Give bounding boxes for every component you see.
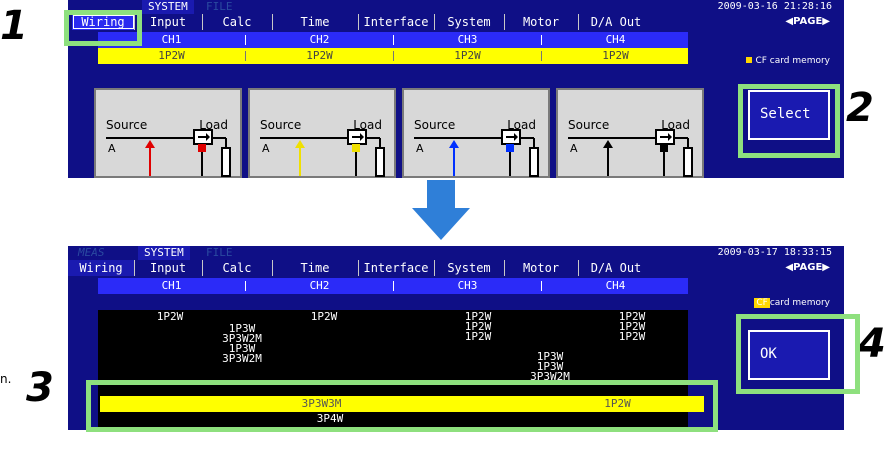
tab-motor[interactable]: Motor	[504, 260, 579, 276]
option-ch3-3[interactable]: 1P2W	[438, 331, 518, 342]
menu-system[interactable]: SYSTEM	[138, 246, 190, 260]
cf-card-prefix: CF	[754, 298, 770, 308]
menu-meas[interactable]: MEAS	[72, 246, 111, 260]
step-4-number: 4	[858, 321, 884, 367]
page-label: PAGE	[793, 262, 823, 273]
cf-card-text: CF card memory	[755, 56, 830, 66]
channel-header-row: CH1 CH2 CH3 CH4	[98, 32, 688, 48]
channel-2: CH2	[309, 279, 330, 292]
tab-system[interactable]: System	[434, 14, 505, 30]
wiring-ch4[interactable]: 1P2W	[542, 48, 689, 64]
menu-file[interactable]: FILE	[200, 0, 239, 14]
highlight-select-button	[738, 84, 840, 158]
tab-bar: Wiring Input Calc Time Interface System …	[68, 14, 658, 30]
option-ch4-3[interactable]: 1P2W	[592, 331, 672, 342]
channel-3: CH3	[457, 33, 478, 46]
option-ch1[interactable]: 1P2W	[130, 311, 210, 322]
wiring-ch1[interactable]: 1P2W	[98, 48, 245, 64]
channel-header-row: CH1 CH2 CH3 CH4	[98, 278, 688, 294]
cf-card-label: CF card memory	[746, 56, 830, 66]
channel-4: CH4	[605, 279, 626, 292]
wiring-diagram-ch4: Source Load A	[556, 88, 704, 178]
wiring-diagram-ch3: Source Load A	[402, 88, 550, 178]
side-text: n.	[0, 372, 12, 386]
step-1-number: 1	[0, 3, 28, 49]
channel-2: CH2	[309, 33, 330, 46]
step-3-number: 3	[26, 365, 54, 411]
highlight-selection-row	[86, 380, 718, 432]
wiring-schematic-icon	[260, 129, 385, 177]
step-2-number: 2	[846, 85, 874, 131]
cf-card-label: CF card memory	[754, 298, 830, 308]
channel-4: CH4	[605, 33, 626, 46]
wiring-diagram-ch2: Source Load A	[248, 88, 396, 178]
tab-input[interactable]: Input	[134, 260, 203, 276]
tab-time[interactable]: Time	[272, 260, 359, 276]
menu-file[interactable]: FILE	[200, 246, 239, 260]
wiring-ch2[interactable]: 1P2W	[246, 48, 393, 64]
option-mid-a-4[interactable]: 3P3W2M	[202, 353, 282, 364]
wiring-schematic-icon	[414, 129, 539, 177]
tab-motor[interactable]: Motor	[504, 14, 579, 30]
page-label: PAGE	[793, 16, 823, 27]
tab-calc[interactable]: Calc	[202, 14, 273, 30]
tab-system[interactable]: System	[434, 260, 505, 276]
arrow-down-icon	[412, 180, 470, 240]
highlight-wiring-tab	[64, 10, 142, 46]
cf-indicator-icon	[746, 57, 753, 63]
channel-1: CH1	[161, 279, 182, 292]
highlight-ok-button	[736, 314, 860, 394]
cf-card-text: card memory	[769, 298, 830, 308]
page-button[interactable]: ◀PAGE▶	[785, 262, 830, 273]
channel-3: CH3	[457, 279, 478, 292]
tab-interface[interactable]: Interface	[358, 260, 435, 276]
tab-bar: Wiring Input Calc Time Interface System …	[68, 260, 658, 276]
wiring-ch3[interactable]: 1P2W	[394, 48, 541, 64]
tab-da-out[interactable]: D/A Out	[578, 260, 654, 276]
tab-calc[interactable]: Calc	[202, 260, 273, 276]
datetime: 2009-03-17 18:33:15	[717, 247, 832, 258]
tab-da-out[interactable]: D/A Out	[578, 14, 654, 30]
option-ch2[interactable]: 1P2W	[284, 311, 364, 322]
tab-wiring[interactable]: Wiring	[68, 260, 135, 276]
wiring-schematic-icon	[106, 129, 231, 177]
tab-interface[interactable]: Interface	[358, 14, 435, 30]
tab-input[interactable]: Input	[134, 14, 203, 30]
wiring-schematic-icon	[568, 129, 693, 177]
wiring-row[interactable]: 1P2W 1P2W 1P2W 1P2W	[98, 48, 688, 64]
wiring-diagram-ch1: Source Load A	[94, 88, 242, 178]
screen-before: SYSTEM FILE 2009-03-16 21:28:16 Wiring I…	[68, 0, 844, 178]
datetime: 2009-03-16 21:28:16	[717, 1, 832, 12]
menu-system[interactable]: SYSTEM	[142, 0, 194, 14]
tab-time[interactable]: Time	[272, 14, 359, 30]
page-button[interactable]: ◀PAGE▶	[785, 16, 830, 27]
